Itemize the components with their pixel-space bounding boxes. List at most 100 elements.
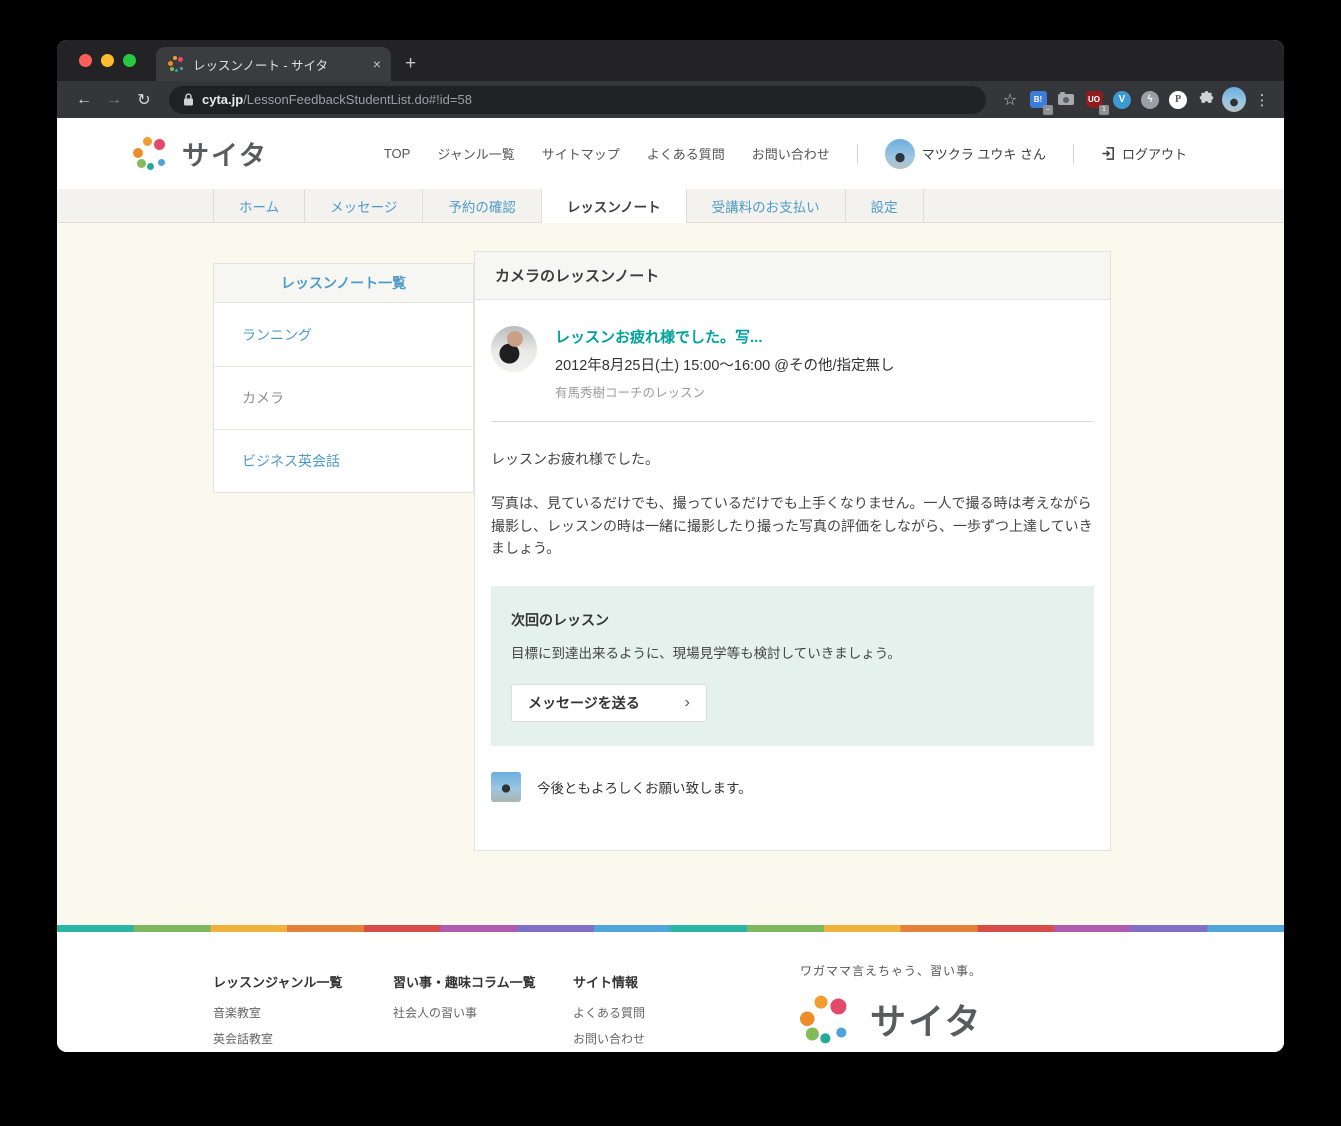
lesson-coach: 有馬秀樹コーチのレッスン	[555, 382, 894, 401]
lesson-body-paragraph-2: 写真は、見ているだけでも、撮っているだけでも上手くなりません。一人で撮る時は考え…	[491, 492, 1094, 559]
student-comment: 今後ともよろしくお願い致します。	[491, 772, 1094, 802]
tab-payment[interactable]: 受講料のお支払い	[687, 189, 846, 223]
next-lesson-title: 次回のレッスン	[511, 610, 1074, 630]
browser-titlebar: レッスンノート - サイタ × +	[57, 40, 1284, 81]
coach-avatar	[491, 326, 537, 372]
lesson-body-paragraph-1: レッスンお疲れ様でした。	[491, 448, 1094, 470]
back-icon[interactable]: ←	[71, 87, 97, 113]
site-logo[interactable]: サイタ	[133, 134, 268, 173]
minimize-window-button[interactable]	[101, 54, 114, 67]
browser-toolbar: ← → ↻ cyta.jp/LessonFeedbackStudentList.…	[57, 81, 1284, 118]
sidebar-item-camera[interactable]: カメラ	[214, 366, 473, 429]
nav-link-sitemap[interactable]: サイトマップ	[542, 144, 620, 163]
student-comment-avatar	[491, 772, 521, 802]
footer-link-english-school[interactable]: 英会話教室	[213, 1030, 393, 1047]
site-nav: TOP ジャンル一覧 サイトマップ よくある質問 お問い合わせ マツクラ ユウキ…	[384, 139, 1284, 169]
site-logo-text: サイタ	[182, 134, 268, 173]
hatena-extension-icon[interactable]: B! –	[1026, 88, 1050, 112]
zoom-window-button[interactable]	[123, 54, 136, 67]
tab-title: レッスンノート - サイタ	[193, 55, 365, 74]
new-tab-button[interactable]: +	[405, 47, 416, 81]
footer-link-music[interactable]: 音楽教室	[213, 1004, 393, 1021]
lesson-datetime: 2012年8月25日(土) 15:00〜16:00 @その他/指定無し	[555, 354, 894, 375]
chevron-right-icon: ›	[685, 694, 690, 712]
url-path: /LessonFeedbackStudentList.do#!id=58	[243, 92, 472, 107]
web-page: サイタ TOP ジャンル一覧 サイトマップ よくある質問 お問い合わせ マツクラ…	[57, 118, 1284, 1052]
logout-icon	[1101, 146, 1116, 161]
tab-reservations[interactable]: 予約の確認	[423, 189, 542, 223]
lesson-title-link[interactable]: レッスンお疲れ様でした。写...	[555, 326, 894, 347]
footer-column-title: サイト情報	[573, 972, 733, 991]
content-area: レッスンノート一覧 ランニング カメラ ビジネス英会話 カメラのレッスンノート …	[57, 223, 1284, 925]
nav-link-genres[interactable]: ジャンル一覧	[437, 144, 514, 163]
footer-logo-text: サイタ	[870, 993, 983, 1045]
lightning-extension-icon[interactable]: ϟ	[1138, 88, 1162, 112]
ublock-badge: 1	[1099, 105, 1109, 115]
forward-icon[interactable]: →	[101, 87, 127, 113]
lesson-note-sidebar: レッスンノート一覧 ランニング カメラ ビジネス英会話	[213, 263, 474, 493]
browser-tab[interactable]: レッスンノート - サイタ ×	[156, 47, 391, 81]
footer-logo[interactable]: サイタ	[800, 993, 983, 1045]
header-divider-2	[1073, 144, 1074, 164]
site-header: サイタ TOP ジャンル一覧 サイトマップ よくある質問 お問い合わせ マツクラ…	[57, 118, 1284, 189]
footer-link-faq[interactable]: よくある質問	[573, 1004, 733, 1021]
tab-settings[interactable]: 設定	[846, 189, 924, 223]
cyta-footer-logo-icon	[800, 995, 852, 1043]
nav-link-top[interactable]: TOP	[384, 146, 411, 161]
user-avatar	[885, 139, 915, 169]
user-name: マツクラ ユウキ さん	[922, 144, 1046, 163]
footer-column-title: 習い事・趣味コラム一覧	[393, 972, 573, 991]
header-divider	[857, 144, 858, 164]
lesson-entry-header: レッスンお疲れ様でした。写... 2012年8月25日(土) 15:00〜16:…	[491, 300, 1094, 401]
browser-menu-icon[interactable]: ⋮	[1250, 88, 1274, 112]
screenshot-stage: レッスンノート - サイタ × + ← → ↻ cyta.jp/LessonFe…	[0, 0, 1341, 1126]
browser-profile-avatar[interactable]	[1222, 88, 1246, 112]
tab-home[interactable]: ホーム	[213, 189, 305, 223]
footer-tagline: ワガママ言えちゃう、習い事。	[800, 962, 983, 979]
tab-lesson-notes[interactable]: レッスンノート	[542, 189, 687, 223]
footer-column-columns: 習い事・趣味コラム一覧 社会人の習い事	[393, 972, 573, 1052]
sidebar-item-business-english[interactable]: ビジネス英会話	[214, 429, 473, 492]
footer-column-title: レッスンジャンル一覧	[213, 972, 393, 991]
ublock-extension-icon[interactable]: UO 1	[1082, 88, 1106, 112]
nav-link-faq[interactable]: よくある質問	[647, 144, 725, 163]
url-bar[interactable]: cyta.jp/LessonFeedbackStudentList.do#!id…	[169, 86, 986, 114]
browser-window: レッスンノート - サイタ × + ← → ↻ cyta.jp/LessonFe…	[57, 40, 1284, 1052]
extensions-puzzle-icon[interactable]	[1194, 88, 1218, 112]
nav-link-contact[interactable]: お問い合わせ	[752, 144, 830, 163]
send-message-label: メッセージを送る	[528, 693, 640, 713]
close-window-button[interactable]	[79, 54, 92, 67]
footer-link-contact[interactable]: お問い合わせ	[573, 1030, 733, 1047]
hatena-badge: –	[1043, 105, 1053, 115]
footer-color-stripe	[57, 925, 1284, 932]
lock-icon	[183, 93, 194, 106]
site-footer: レッスンジャンル一覧 音楽教室 英会話教室 語学の習い事 習い事・趣味コラム一覧…	[57, 932, 1284, 1052]
footer-column-site-info: サイト情報 よくある質問 お問い合わせ ニュース	[573, 972, 733, 1052]
footer-brand: ワガママ言えちゃう、習い事。 サイタ	[800, 962, 983, 1045]
send-message-button[interactable]: メッセージを送る ›	[511, 684, 707, 722]
sidebar-item-running[interactable]: ランニング	[214, 303, 473, 366]
panel-body: レッスンお疲れ様でした。写... 2012年8月25日(土) 15:00〜16:…	[475, 300, 1110, 826]
site-favicon-icon	[168, 56, 185, 73]
cyta-logo-icon	[133, 137, 169, 170]
lesson-divider	[491, 421, 1094, 422]
lesson-note-panel: カメラのレッスンノート レッスンお疲れ様でした。写... 2012年8月25日(…	[474, 251, 1111, 851]
pinterest-extension-icon[interactable]: P	[1166, 88, 1190, 112]
member-tab-nav: ホーム メッセージ 予約の確認 レッスンノート 受講料のお支払い 設定	[57, 189, 1284, 223]
logout-button[interactable]: ログアウト	[1101, 144, 1187, 163]
reload-icon[interactable]: ↻	[131, 87, 157, 113]
user-chip[interactable]: マツクラ ユウキ さん	[885, 139, 1046, 169]
traffic-lights	[57, 40, 156, 81]
footer-link-adult-learning[interactable]: 社会人の習い事	[393, 1004, 573, 1021]
logout-label: ログアウト	[1122, 144, 1187, 163]
next-lesson-body: 目標に到達出来るように、現場見学等も検討していきましょう。	[511, 642, 1074, 662]
student-comment-text: 今後ともよろしくお願い致します。	[537, 777, 752, 797]
vimium-extension-icon[interactable]: V	[1110, 88, 1134, 112]
tab-close-icon[interactable]: ×	[373, 56, 381, 72]
sidebar-title: レッスンノート一覧	[214, 264, 473, 303]
bookmark-star-icon[interactable]: ☆	[998, 88, 1022, 112]
camera-extension-icon[interactable]	[1054, 88, 1078, 112]
url-domain: cyta.jp	[202, 92, 243, 107]
panel-title: カメラのレッスンノート	[475, 252, 1110, 300]
tab-messages[interactable]: メッセージ	[305, 189, 423, 223]
